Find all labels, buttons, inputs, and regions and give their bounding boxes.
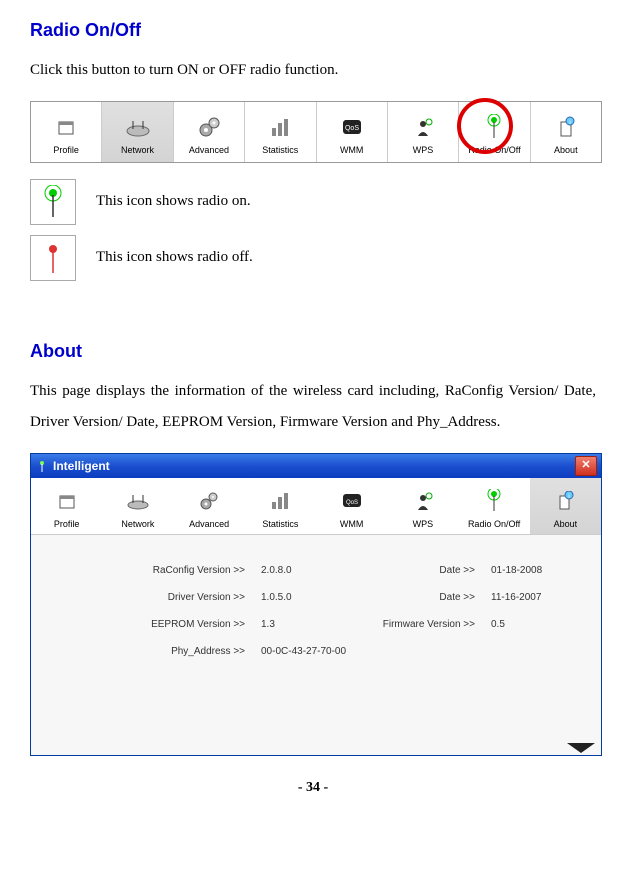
svg-text:QoS: QoS — [345, 125, 359, 132]
about-icon: i — [555, 113, 577, 141]
window-toolbar: Profile Network Advanced Statistics QoS … — [31, 478, 601, 535]
driver-date-label: Date >> — [361, 592, 481, 603]
driver-version-label: Driver Version >> — [131, 592, 251, 603]
toolbar-item-wmm[interactable]: QoS WMM — [317, 102, 388, 162]
wps-icon — [413, 487, 433, 515]
toolbar-item-label: WMM — [340, 519, 364, 529]
driver-version-value: 1.0.5.0 — [261, 592, 351, 603]
titlebar-text: Intelligent — [53, 459, 110, 473]
toolbar-item-label: WPS — [413, 519, 434, 529]
network-icon — [125, 113, 151, 141]
close-icon: ✕ — [581, 460, 590, 471]
heading-radio-onoff: Radio On/Off — [30, 20, 596, 41]
about-icon: i — [555, 487, 575, 515]
phy-address-value: 00-0C-43-27-70-00 — [261, 646, 351, 657]
collapse-arrow-icon[interactable] — [567, 743, 595, 753]
radio-desc: Click this button to turn ON or OFF radi… — [30, 55, 596, 87]
radio-off-row: This icon shows radio off. — [30, 235, 596, 281]
win-tab-network[interactable]: Network — [102, 478, 173, 534]
toolbar-item-label: Radio On/Off — [468, 519, 520, 529]
toolbar-item-label: WMM — [340, 145, 364, 155]
wmm-icon: QoS — [341, 487, 363, 515]
radio-on-label: This icon shows radio on. — [96, 193, 251, 210]
network-icon — [126, 487, 150, 515]
win-tab-profile[interactable]: Profile — [31, 478, 102, 534]
svg-text:QoS: QoS — [346, 500, 358, 506]
toolbar-item-network[interactable]: Network — [102, 102, 173, 162]
win-tab-advanced[interactable]: Advanced — [174, 478, 245, 534]
profile-icon — [57, 487, 77, 515]
statistics-icon — [269, 113, 291, 141]
toolbar-item-label: Advanced — [189, 145, 229, 155]
win-tab-radio[interactable]: Radio On/Off — [459, 478, 530, 534]
toolbar-item-label: Profile — [54, 519, 80, 529]
win-tab-about[interactable]: i About — [530, 478, 601, 534]
app-icon — [35, 459, 49, 473]
wps-icon — [412, 113, 434, 141]
eeprom-version-value: 1.3 — [261, 619, 351, 630]
toolbar-top: Profile Network Advanced Statistics QoS … — [30, 101, 602, 163]
driver-date-value: 11-16-2007 — [491, 592, 571, 603]
svg-text:i: i — [569, 120, 570, 126]
raconfig-version-value: 2.0.8.0 — [261, 565, 351, 576]
toolbar-item-wps[interactable]: WPS — [388, 102, 459, 162]
radio-off-label: This icon shows radio off. — [96, 249, 253, 266]
about-window: Intelligent ✕ Profile Network Advanced — [30, 453, 602, 756]
toolbar-item-label: Network — [121, 519, 154, 529]
toolbar-item-about[interactable]: i About — [531, 102, 601, 162]
about-panel: RaConfig Version >> 2.0.8.0 Date >> 01-1… — [31, 535, 601, 755]
svg-text:i: i — [569, 494, 570, 500]
raconfig-version-label: RaConfig Version >> — [131, 565, 251, 576]
toolbar-item-label: Statistics — [262, 519, 298, 529]
toolbar-item-label: Radio On/Off — [468, 145, 520, 155]
radio-on-icon — [483, 113, 505, 141]
toolbar-item-label: Profile — [53, 145, 79, 155]
phy-address-label: Phy_Address >> — [131, 646, 251, 657]
firmware-version-label: Firmware Version >> — [361, 619, 481, 630]
eeprom-version-label: EEPROM Version >> — [131, 619, 251, 630]
win-tab-wmm[interactable]: QoS WMM — [316, 478, 387, 534]
win-tab-statistics[interactable]: Statistics — [245, 478, 316, 534]
toolbar-item-label: WPS — [413, 145, 434, 155]
page-number: - 34 - — [30, 780, 596, 796]
toolbar-item-statistics[interactable]: Statistics — [245, 102, 316, 162]
win-tab-wps[interactable]: WPS — [387, 478, 458, 534]
radio-on-icon — [484, 487, 504, 515]
gear-icon — [199, 487, 219, 515]
toolbar-item-label: Network — [121, 145, 154, 155]
about-desc: This page displays the information of th… — [30, 376, 596, 439]
toolbar-item-label: Statistics — [262, 145, 298, 155]
firmware-version-value: 0.5 — [491, 619, 571, 630]
profile-icon — [55, 113, 77, 141]
raconfig-date-value: 01-18-2008 — [491, 565, 571, 576]
radio-on-large-icon — [30, 179, 76, 225]
statistics-icon — [270, 487, 290, 515]
heading-about: About — [30, 341, 596, 362]
radio-on-row: This icon shows radio on. — [30, 179, 596, 225]
gear-icon — [198, 113, 220, 141]
close-button[interactable]: ✕ — [575, 456, 597, 476]
toolbar-item-label: Advanced — [189, 519, 229, 529]
titlebar: Intelligent ✕ — [31, 454, 601, 478]
toolbar-item-profile[interactable]: Profile — [31, 102, 102, 162]
raconfig-date-label: Date >> — [361, 565, 481, 576]
toolbar-item-advanced[interactable]: Advanced — [174, 102, 245, 162]
wmm-icon: QoS — [340, 113, 364, 141]
toolbar-item-radio[interactable]: Radio On/Off — [459, 102, 530, 162]
toolbar-item-label: About — [554, 145, 578, 155]
radio-off-large-icon — [30, 235, 76, 281]
toolbar-item-label: About — [554, 519, 578, 529]
